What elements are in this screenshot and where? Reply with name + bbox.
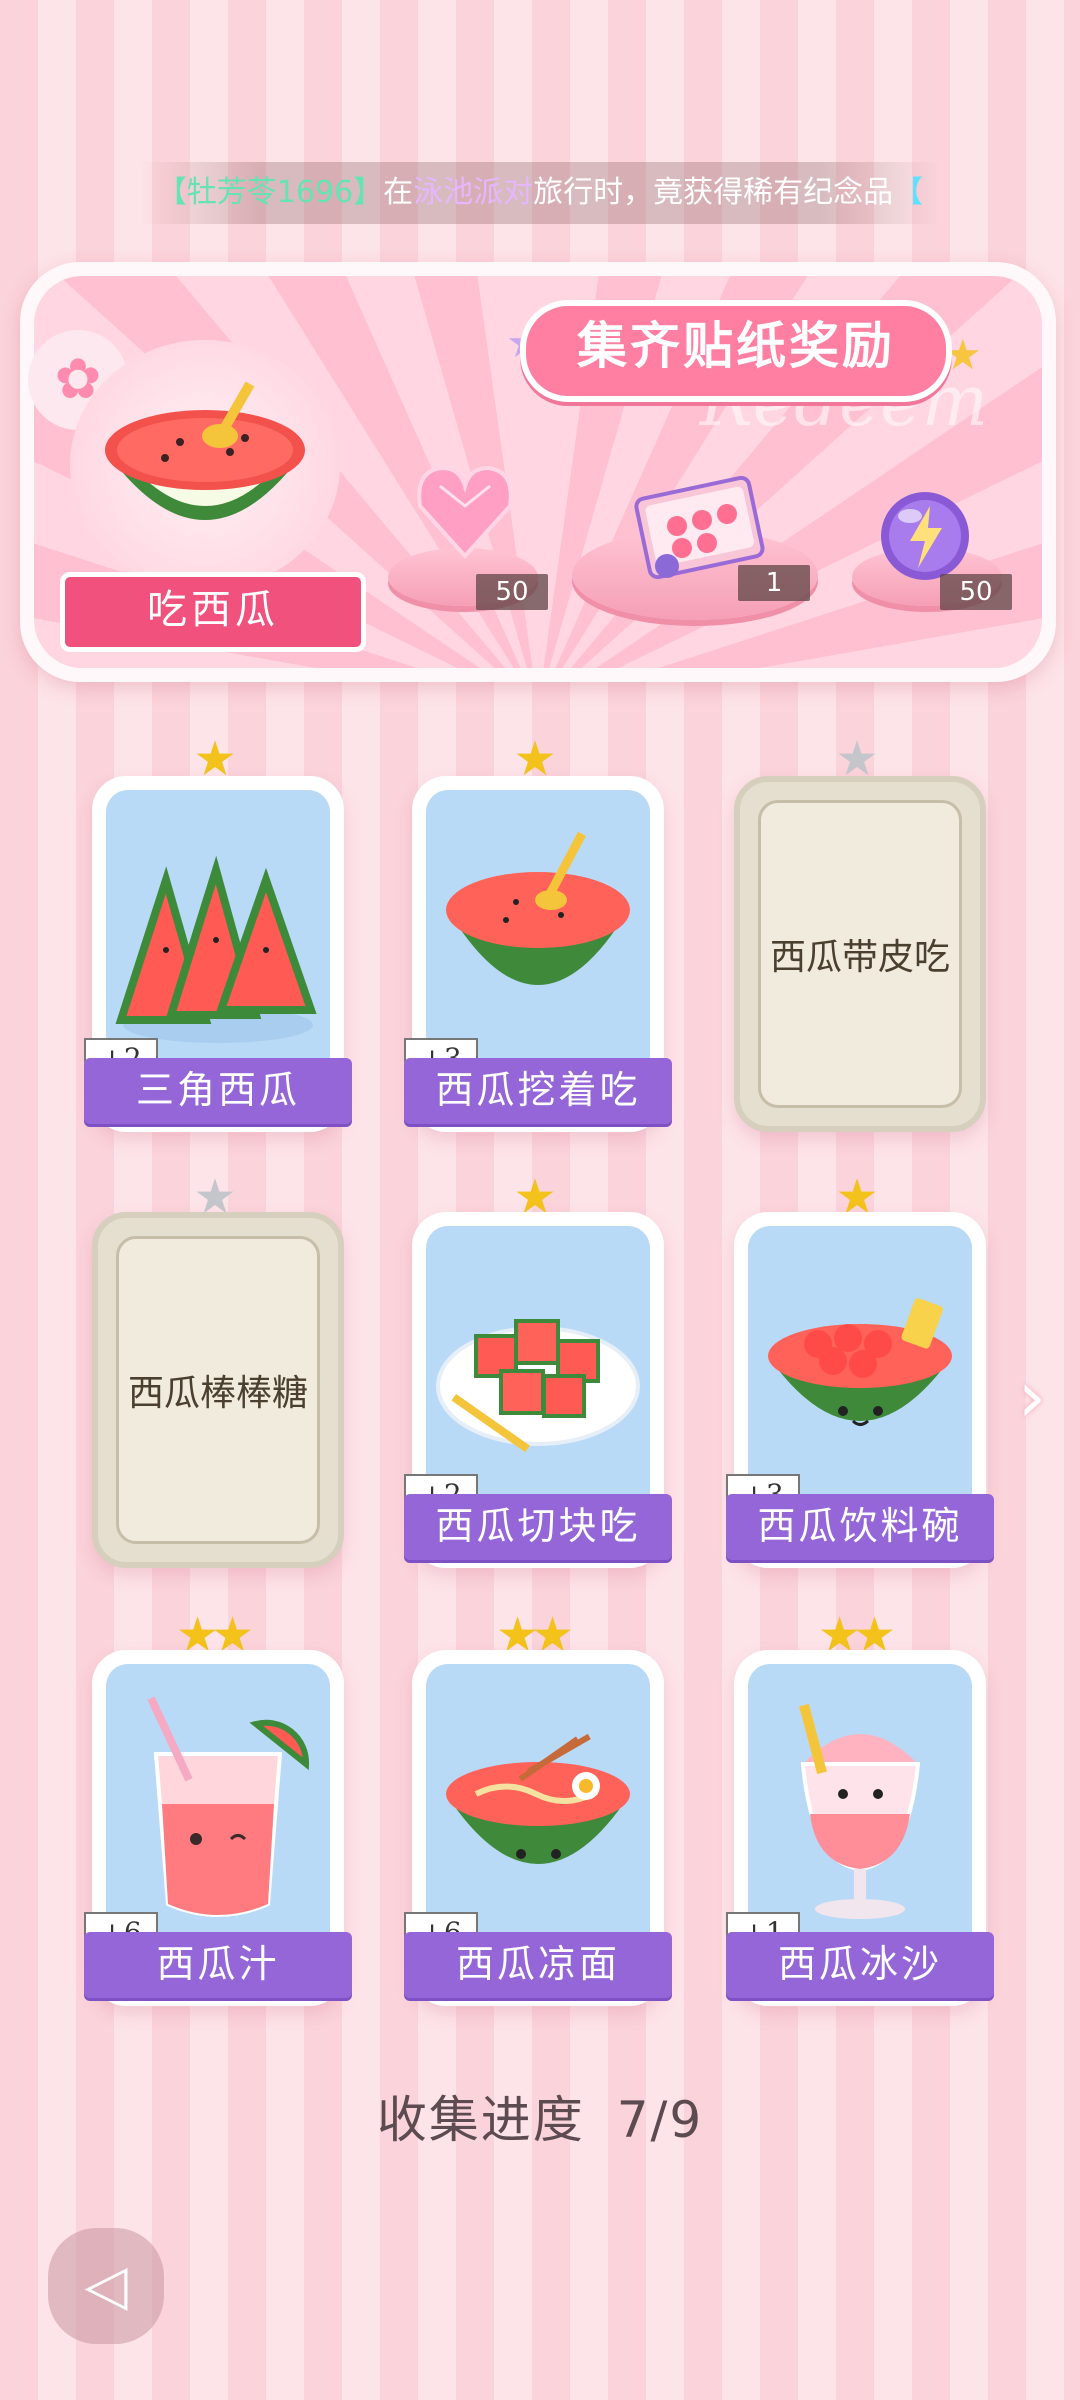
locked-sticker-card[interactable]: 西瓜棒棒糖 [92,1212,344,1568]
card-name: 西瓜冰沙 [726,1932,994,1998]
reward-qty: 50 [940,574,1012,610]
ticker-message: 旅行时，竟获得稀有纪念品 [533,175,894,210]
collect-reward-title: 集齐贴纸奖励 [520,300,952,402]
card-name: 西瓜挖着吃 [404,1058,672,1124]
reward-qty: 50 [476,574,548,610]
ticker-in-text: 在 [383,175,414,210]
sticker-card[interactable]: +2 西瓜切块吃 [404,1212,672,1568]
locked-card-frame: 西瓜棒棒糖 [116,1236,320,1544]
ticker-bracket-close: 】 [353,175,384,210]
ticker-tail: 【 [893,175,924,210]
pink-heart-gem-icon[interactable] [410,456,520,566]
sticker-card[interactable]: +6 西瓜凉面 [404,1650,672,2006]
sticker-card[interactable]: +3 西瓜挖着吃 [404,776,672,1132]
locked-card-frame: 西瓜带皮吃 [758,800,962,1108]
purple-energy-orb-icon[interactable] [870,486,980,586]
card-name: 西瓜带皮吃 [769,937,950,978]
ticker-bracket-open: 【 [156,175,187,210]
collection-progress: 收集进度 7/9 [0,2080,1080,2152]
card-name: 三角西瓜 [84,1058,352,1124]
ticker-player-name: 牡芳苓1696 [186,175,354,210]
card-name: 西瓜凉面 [404,1932,672,1998]
sticker-card[interactable]: +2 三角西瓜 [84,776,352,1132]
back-arrow-icon: ◁ [84,2253,128,2318]
back-button[interactable]: ◁ [48,2228,164,2344]
sticker-card[interactable]: +3 西瓜饮料碗 [726,1212,994,1568]
featured-item-label: 吃西瓜 [60,572,366,652]
card-name: 西瓜饮料碗 [726,1494,994,1560]
sticker-card[interactable]: +6 西瓜汁 [84,1650,352,2006]
sticker-card[interactable]: +1 西瓜冰沙 [726,1650,994,2006]
progress-label: 收集进度 [376,2091,585,2149]
card-name: 西瓜汁 [84,1932,352,1998]
next-page-chevron-icon[interactable]: › [1018,1356,1046,1438]
card-name: 西瓜切块吃 [404,1494,672,1560]
featured-item-frame [70,340,340,590]
card-name: 西瓜棒棒糖 [127,1373,308,1414]
announcement-ticker: 【牡芳苓1696】在泳池派对旅行时，竟获得稀有纪念品【 [140,162,940,224]
reward-qty: 1 [738,565,810,601]
ticker-place: 泳池派对 [413,175,534,210]
locked-sticker-card[interactable]: 西瓜带皮吃 [734,776,986,1132]
progress-value: 7/9 [616,2091,704,2149]
watermelon-bowl-icon [105,381,305,520]
